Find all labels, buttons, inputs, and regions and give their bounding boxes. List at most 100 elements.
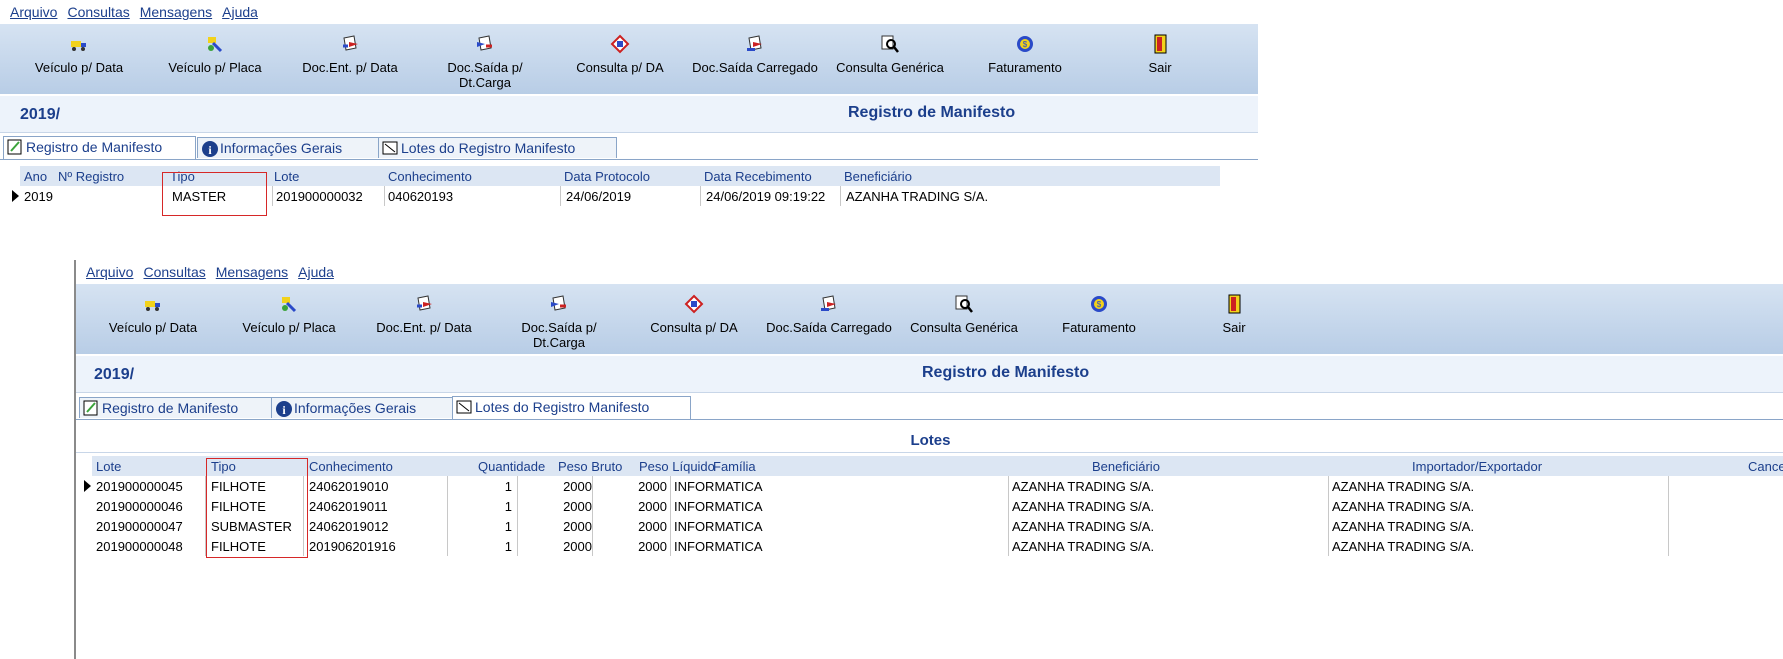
veiculo-data-button[interactable]: Veículo p/ Data: [88, 294, 218, 335]
col-quantidade: Quantidade: [478, 459, 546, 474]
veiculo-data-button[interactable]: Veículo p/ Data: [14, 34, 144, 75]
year-label: 2019/: [20, 106, 61, 123]
consulta-da-button[interactable]: Consulta p/ DA: [555, 34, 685, 75]
tipo-highlight-box: [206, 458, 308, 558]
money-icon: $: [1089, 294, 1109, 314]
doc-loaded-icon: [745, 34, 765, 54]
exit-door-icon: [1224, 294, 1244, 314]
table-cell: 201900000048: [96, 539, 183, 554]
table-cell: 24062019010: [309, 479, 389, 494]
table-cell: 24062019012: [309, 519, 389, 534]
doc-out-icon: [549, 294, 569, 314]
doc-saida-carregado-button[interactable]: Doc.Saída Carregado: [690, 34, 820, 75]
table-row[interactable]: 201900000046 FILHOTE 24062019011 1 2000 2000 I…: [92, 496, 1783, 516]
page-title: Registro de Manifesto: [848, 104, 1016, 121]
row-pointer-icon: [84, 480, 91, 492]
lotes-grid: Lote Tipo Conhecimento Quantidade Peso B…: [84, 456, 1783, 556]
plate-icon: [279, 294, 299, 314]
menu-mensagens[interactable]: Mensagens: [216, 264, 288, 280]
table-cell: 201900000047: [96, 519, 183, 534]
lotes-icon: [382, 141, 398, 155]
table-row[interactable]: 201900000047 SUBMASTER 24062019012 1 2000 200…: [92, 516, 1783, 536]
menu-consultas[interactable]: Consultas: [67, 4, 129, 20]
col-familia: Família: [713, 459, 756, 474]
col-nregistro: Nº Registro: [58, 169, 125, 184]
truck-icon: [143, 294, 163, 314]
table-cell: 2000: [638, 479, 667, 494]
truck-icon: [69, 34, 89, 54]
menu-arquivo[interactable]: Arquivo: [10, 4, 57, 20]
tab-strip: Registro de Manifesto i Informações Gerai…: [0, 136, 1258, 160]
col-peso-liquido: Peso Líquido: [639, 459, 715, 474]
table-cell: AZANHA TRADING S/A.: [1332, 539, 1475, 554]
tab-registro-manifesto[interactable]: Registro de Manifesto: [3, 136, 196, 159]
table-cell: 1: [504, 539, 512, 554]
veiculo-placa-button[interactable]: Veículo p/ Placa: [224, 294, 354, 335]
table-cell: 2000: [638, 519, 667, 534]
table-cell: 2000: [563, 499, 592, 514]
col-data-protocolo: Data Protocolo: [564, 169, 650, 184]
doc-in-icon: [340, 34, 360, 54]
doc-saida-carregado-button[interactable]: Doc.Saída Carregado: [764, 294, 894, 335]
tipo-highlight-box: [162, 172, 267, 216]
edit-doc-icon: [7, 139, 22, 155]
col-importador-exportador: Importador/Exportador: [1412, 459, 1543, 474]
consulta-da-button[interactable]: Consulta p/ DA: [629, 294, 759, 335]
table-cell: 1: [504, 499, 512, 514]
table-cell: AZANHA TRADING S/A.: [1332, 499, 1475, 514]
col-data-recebimento: Data Recebimento: [704, 169, 812, 184]
tab-strip: Registro de Manifesto i Informações Gerai…: [76, 396, 1783, 420]
title-bar: 2019/ Registro de Manifesto: [76, 356, 1783, 393]
table-cell: AZANHA TRADING S/A.: [1012, 539, 1155, 554]
table-cell: 1: [504, 519, 512, 534]
tab-lotes-registro[interactable]: Lotes do Registro Manifesto: [452, 396, 691, 419]
info-icon: i: [276, 401, 292, 417]
doc-loaded-icon: [819, 294, 839, 314]
col-conhecimento: Conhecimento: [309, 459, 393, 474]
doc-saida-dtcarga-button[interactable]: Doc.Saída p/ Dt.Carga: [420, 34, 550, 90]
toolbar: Veículo p/ Data Veículo p/ Placa Doc.Ent…: [76, 284, 1783, 354]
table-cell: 2000: [638, 539, 667, 554]
doc-in-icon: [414, 294, 434, 314]
table-cell: 2000: [563, 539, 592, 554]
menu-bar: Arquivo Consultas Mensagens Ajuda: [76, 260, 1783, 284]
consulta-generica-button[interactable]: Consulta Genérica: [899, 294, 1029, 335]
svg-text:$: $: [1023, 40, 1028, 49]
col-ano: Ano: [24, 169, 48, 184]
col-cancelado: Cance: [1748, 459, 1783, 474]
edit-doc-icon: [83, 400, 98, 416]
col-conhecimento: Conhecimento: [388, 169, 472, 184]
table-cell: 201906201916: [309, 539, 396, 554]
table-cell: 2000: [563, 519, 592, 534]
menu-ajuda[interactable]: Ajuda: [298, 264, 334, 280]
doc-saida-dtcarga-button[interactable]: Doc.Saída p/ Dt.Carga: [494, 294, 624, 350]
tab-informacoes-gerais[interactable]: i Informações Gerais: [271, 397, 461, 418]
tab-registro-manifesto[interactable]: Registro de Manifesto: [79, 397, 272, 418]
sair-button[interactable]: Sair: [1169, 294, 1299, 335]
menu-bar: Arquivo Consultas Mensagens Ajuda: [0, 0, 1258, 24]
faturamento-button[interactable]: $ Faturamento: [960, 34, 1090, 75]
tab-lotes-registro[interactable]: Lotes do Registro Manifesto: [378, 137, 617, 158]
table-cell: 2000: [563, 479, 592, 494]
doc-ent-data-button[interactable]: Doc.Ent. p/ Data: [285, 34, 415, 75]
col-beneficiario: Beneficiário: [844, 169, 912, 184]
faturamento-button[interactable]: $ Faturamento: [1034, 294, 1164, 335]
doc-ent-data-button[interactable]: Doc.Ent. p/ Data: [359, 294, 489, 335]
consulta-da-icon: [610, 34, 630, 54]
menu-mensagens[interactable]: Mensagens: [140, 4, 212, 20]
sair-button[interactable]: Sair: [1095, 34, 1225, 75]
exit-door-icon: [1150, 34, 1170, 54]
consulta-generica-button[interactable]: Consulta Genérica: [825, 34, 955, 75]
window-registro-manifesto-front: Arquivo Consultas Mensagens Ajuda Veículo p…: [74, 260, 1783, 659]
table-cell: AZANHA TRADING S/A.: [1332, 479, 1475, 494]
menu-consultas[interactable]: Consultas: [143, 264, 205, 280]
table-cell: 2000: [638, 499, 667, 514]
veiculo-placa-button[interactable]: Veículo p/ Placa: [150, 34, 280, 75]
table-row[interactable]: 201900000048 FILHOTE 201906201916 1 2000 2000…: [92, 536, 1783, 556]
menu-arquivo[interactable]: Arquivo: [86, 264, 133, 280]
svg-text:$: $: [1097, 300, 1102, 309]
menu-ajuda[interactable]: Ajuda: [222, 4, 258, 20]
table-cell: INFORMATICA: [674, 539, 763, 554]
table-row[interactable]: 201900000045 FILHOTE 24062019010 1 2000 2000 I…: [84, 476, 1783, 496]
tab-informacoes-gerais[interactable]: i Informações Gerais: [197, 137, 387, 158]
